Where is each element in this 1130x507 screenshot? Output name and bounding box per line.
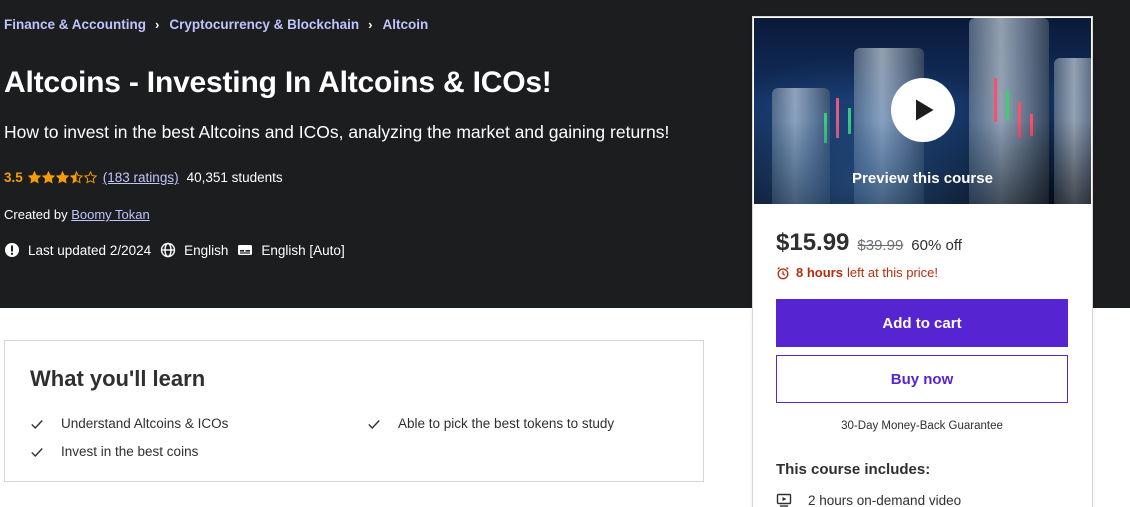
check-icon bbox=[368, 419, 380, 429]
discount-percent: 60% off bbox=[911, 237, 962, 254]
learn-item: Invest in the best coins bbox=[30, 444, 198, 459]
captions-icon bbox=[237, 242, 253, 258]
students-count: 40,351 students bbox=[186, 170, 283, 185]
last-updated-text: Last updated 2/2024 bbox=[28, 242, 152, 258]
learn-item-label: Understand Altcoins & ICOs bbox=[61, 416, 229, 431]
course-language: English bbox=[160, 242, 228, 258]
course-title: Altcoins - Investing In Altcoins & ICOs! bbox=[4, 66, 552, 99]
created-by-label: Created by bbox=[4, 207, 68, 222]
breadcrumb: Finance & Accounting › Cryptocurrency & … bbox=[4, 17, 428, 32]
include-item-video: 2 hours on-demand video bbox=[776, 492, 961, 507]
alert-badge-icon bbox=[4, 242, 20, 258]
video-icon bbox=[776, 493, 792, 507]
learn-item-label: Invest in the best coins bbox=[61, 444, 199, 459]
preview-label: Preview this course bbox=[852, 170, 993, 187]
play-button[interactable] bbox=[891, 78, 955, 142]
purchase-sidebar: Preview this course $15.99 $39.99 60% of… bbox=[752, 16, 1093, 507]
learn-item: Able to pick the best tokens to study bbox=[367, 416, 614, 431]
include-item-label: 2 hours on-demand video bbox=[808, 492, 962, 507]
course-meta: Last updated 2/2024 English English [Aut… bbox=[4, 242, 354, 258]
check-icon bbox=[31, 419, 43, 429]
add-to-cart-button[interactable]: Add to cart bbox=[776, 299, 1068, 347]
check-icon bbox=[31, 447, 43, 457]
rating-row: 3.5 (183 ratings) 40,351 students bbox=[4, 170, 283, 185]
star-full-icon bbox=[55, 171, 69, 184]
buy-now-button[interactable]: Buy now bbox=[776, 355, 1068, 403]
price-row: $15.99 $39.99 60% off bbox=[776, 229, 962, 257]
timer-hours: 8 hours bbox=[796, 265, 843, 280]
star-full-icon bbox=[41, 171, 55, 184]
breadcrumb-link-altcoin[interactable]: Altcoin bbox=[383, 17, 429, 32]
created-by: Created by Boomy Tokan bbox=[4, 207, 150, 222]
star-empty-icon bbox=[83, 171, 97, 184]
star-half-icon bbox=[69, 171, 83, 184]
breadcrumb-link-finance[interactable]: Finance & Accounting bbox=[4, 17, 146, 32]
globe-icon bbox=[160, 242, 176, 258]
chevron-right-icon: › bbox=[155, 17, 160, 32]
instructor-link[interactable]: Boomy Tokan bbox=[71, 207, 150, 222]
rating-value: 3.5 bbox=[4, 170, 23, 185]
timer-text: left at this price! bbox=[846, 265, 939, 280]
learn-title: What you'll learn bbox=[30, 366, 206, 391]
breadcrumb-link-crypto[interactable]: Cryptocurrency & Blockchain bbox=[169, 17, 359, 32]
ratings-count-link[interactable]: (183 ratings) bbox=[103, 170, 179, 185]
current-price: $15.99 bbox=[776, 229, 850, 256]
course-preview[interactable]: Preview this course bbox=[754, 18, 1091, 204]
alarm-clock-icon bbox=[777, 266, 789, 279]
chevron-right-icon: › bbox=[368, 17, 373, 32]
course-captions: English [Auto] bbox=[237, 242, 345, 258]
learn-item-label: Able to pick the best tokens to study bbox=[398, 416, 615, 431]
last-updated: Last updated 2/2024 bbox=[4, 242, 151, 258]
language-text: English bbox=[184, 242, 229, 258]
price-timer: 8 hours left at this price! bbox=[776, 265, 938, 280]
original-price: $39.99 bbox=[857, 237, 904, 254]
what-you-learn: What you'll learn Understand Altcoins & … bbox=[4, 340, 704, 482]
course-subtitle: How to invest in the best Altcoins and I… bbox=[4, 122, 670, 142]
learn-item: Understand Altcoins & ICOs bbox=[30, 416, 228, 431]
play-icon bbox=[916, 99, 934, 121]
includes-title: This course includes: bbox=[776, 461, 931, 478]
money-back-guarantee: 30-Day Money-Back Guarantee bbox=[841, 420, 1003, 432]
star-full-icon bbox=[27, 171, 41, 184]
captions-text: English [Auto] bbox=[261, 242, 345, 258]
rating-stars bbox=[27, 171, 98, 184]
